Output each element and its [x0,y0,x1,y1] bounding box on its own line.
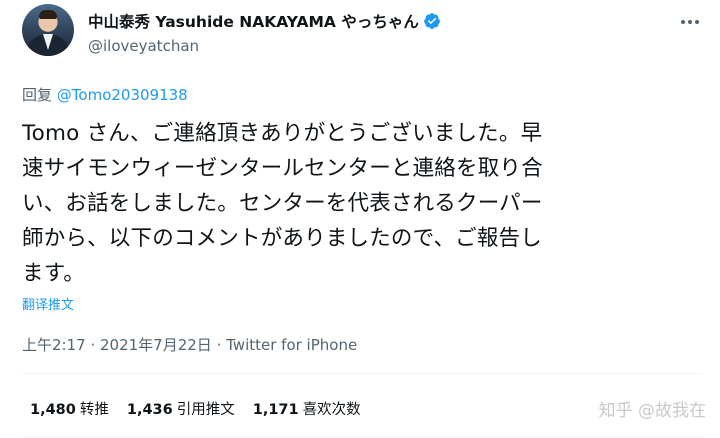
reply-prefix: 回复 [22,86,53,104]
quote-tweets-stat[interactable]: 1,436 引用推文 [127,398,235,419]
more-dot [695,20,699,24]
quote-tweets-count: 1,436 [126,402,173,418]
likes-stat[interactable]: 1,171 喜欢次数 [253,398,361,419]
more-dot [688,20,692,24]
meta-separator: · [211,336,227,354]
avatar-hair [39,10,57,19]
tweet-text-line: い、お話をしました。センターを代表されるクーパー [22,191,543,216]
tweet-meta: 上午2:17 · 2021年7月22日 · Twitter for iPhone [22,334,357,355]
likes-count: 1,171 [252,402,299,418]
author-handle[interactable]: @iloveyatchan [88,37,199,55]
tweet-text: Tomo さん、ご連絡頂きありがとうございました。早 速サイモンウィーゼンタール… [22,116,702,291]
retweets-label: 转推 [79,402,109,418]
divider [22,436,702,437]
author-display-name[interactable]: 中山泰秀 Yasuhide NAKAYAMA やっちゃん [88,10,419,32]
author-name-line[interactable]: 中山泰秀 Yasuhide NAKAYAMA やっちゃん [88,10,441,32]
more-options-icon[interactable] [678,12,702,32]
reply-mention-link[interactable]: @Tomo20309138 [57,86,188,104]
verified-badge-icon [423,13,440,29]
avatar[interactable] [22,4,74,56]
retweets-count: 1,480 [30,402,76,418]
likes-label: 喜欢次数 [302,402,361,418]
tweet-text-line: 速サイモンウィーゼンタールセンターと連絡を取り合 [22,156,543,181]
meta-separator: · [85,336,100,354]
tweet-text-line: Tomo さん、ご連絡頂きありがとうございました。早 [22,121,543,146]
tweet-header: 中山泰秀 Yasuhide NAKAYAMA やっちゃん @iloveyatch… [22,4,702,64]
tweet-stats: 1,480 转推 1,436 引用推文 1,171 喜欢次数 [30,398,361,419]
retweets-stat[interactable]: 1,480 转推 [30,398,109,419]
translate-tweet-link[interactable]: 翻译推文 [22,294,74,313]
tweet-source[interactable]: Twitter for iPhone [226,336,357,354]
tweet-text-line: 師から、以下のコメントがありましたので、ご報告し [22,226,542,251]
tweet-date[interactable]: 2021年7月22日 [100,336,212,354]
more-dot [681,20,685,24]
tweet-time[interactable]: 上午2:17 [22,336,86,354]
watermark: 知乎 @故我在 [598,401,706,421]
reply-context: 回复 @Tomo20309138 [22,84,188,105]
tweet-text-line: ます。 [22,261,85,286]
divider [22,373,702,374]
quote-tweets-label: 引用推文 [176,402,235,418]
